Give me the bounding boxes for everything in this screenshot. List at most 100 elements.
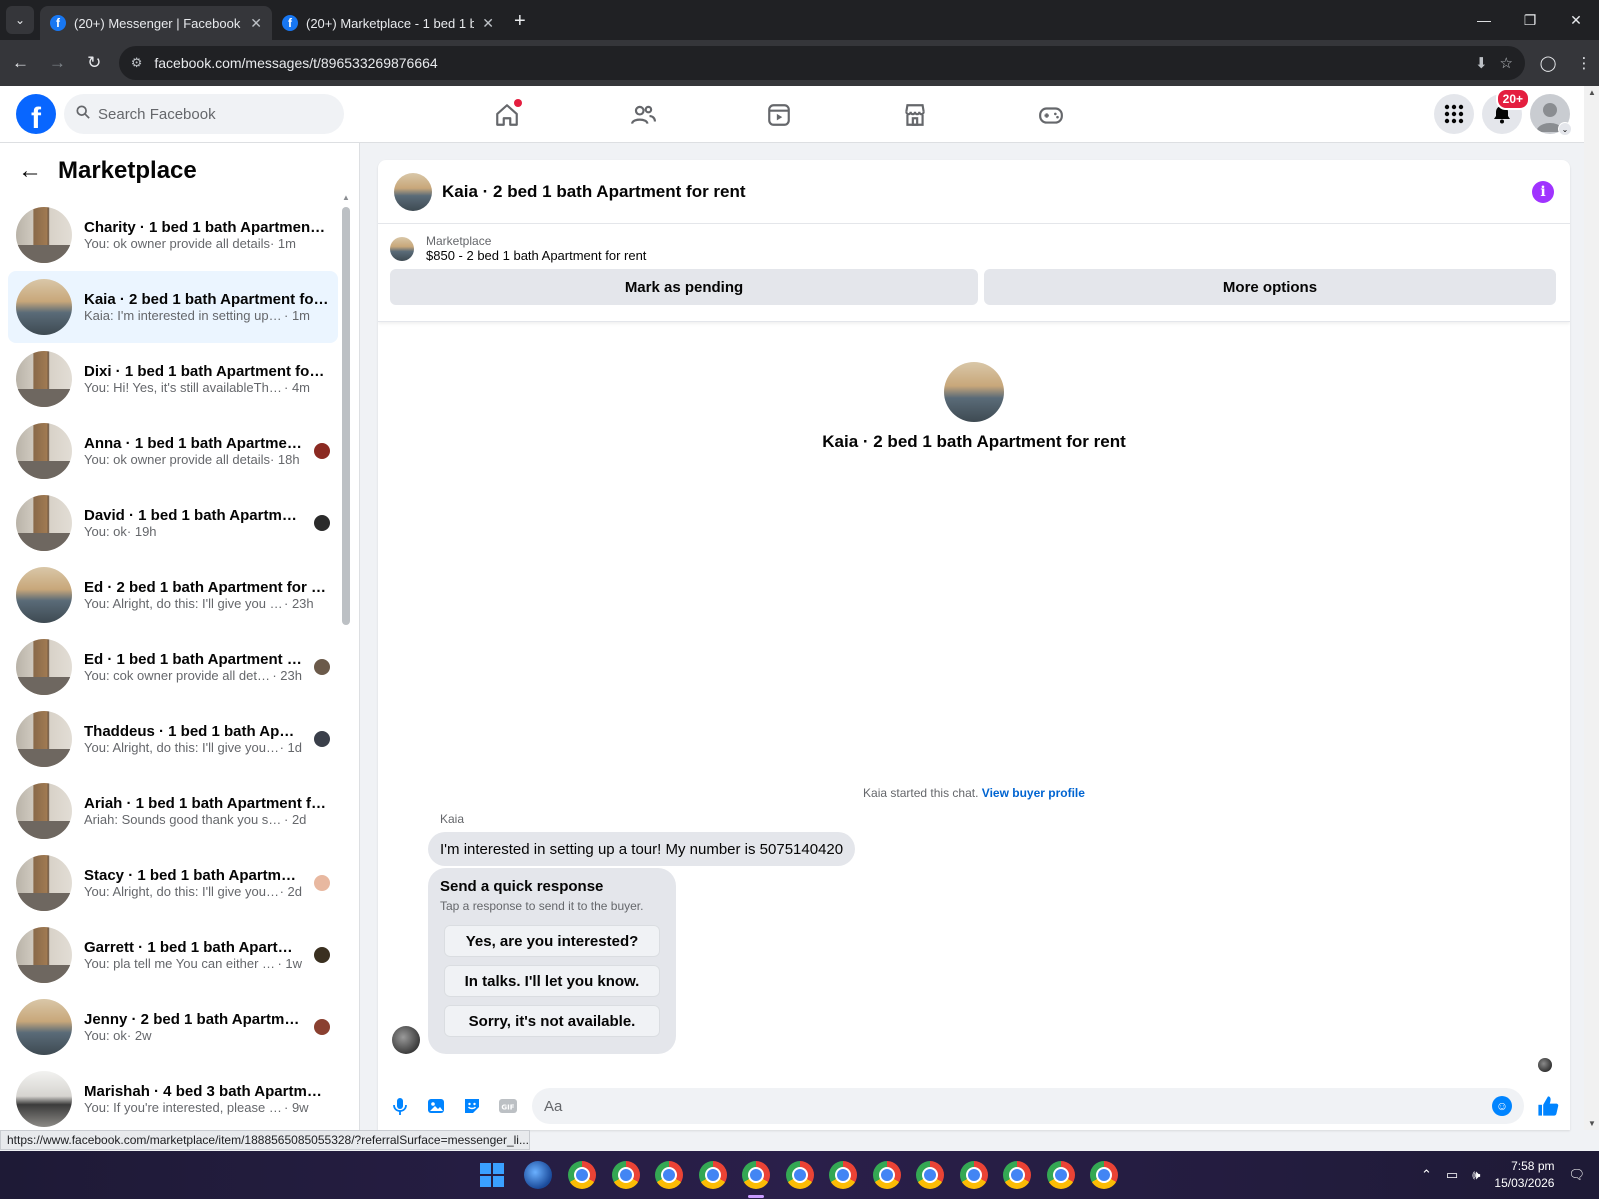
chrome-taskbar-icon[interactable] [916,1161,944,1189]
reload-icon[interactable]: ↻ [78,46,111,80]
more-options-button[interactable]: More options [984,269,1556,305]
menu-grid-button[interactable] [1434,94,1474,134]
chrome-taskbar-icon[interactable] [829,1161,857,1189]
view-buyer-profile-link[interactable]: View buyer profile [982,786,1085,800]
scroll-down-arrow-icon[interactable]: ▼ [1588,1119,1596,1128]
page-scrollbar[interactable]: ▲ ▼ [1584,86,1599,1130]
conversation-item[interactable]: Charity · 1 bed 1 bath Apartment for ren… [8,199,338,271]
chrome-taskbar-icon[interactable] [785,1161,814,1189]
conversation-name: Jenny · 2 bed 1 bath Apartment for rent [84,1011,302,1028]
chrome-taskbar-icon[interactable] [698,1161,727,1189]
conversation-text: Stacy · 1 bed 1 bath Apartment for rentY… [84,867,302,899]
nav-friends[interactable] [588,86,698,143]
address-bar[interactable]: ⚙ facebook.com/messages/t/89653326987666… [118,46,1525,80]
message-input[interactable] [544,1097,1492,1115]
conversation-item[interactable]: Stacy · 1 bed 1 bath Apartment for rentY… [8,847,338,919]
conversation-item[interactable]: Kaia · 2 bed 1 bath Apartment for rent Ka… [8,271,338,343]
photo-icon[interactable] [424,1094,448,1118]
seen-avatar [314,1019,330,1035]
info-icon[interactable]: i [1532,180,1554,203]
site-settings-icon[interactable]: ⚙ [131,55,143,71]
mark-as-pending-button[interactable]: Mark as pending [390,269,978,305]
minimize-icon[interactable]: — [1461,0,1507,40]
message-bubble[interactable]: I'm interested in setting up a tour! My … [428,832,856,866]
back-arrow-icon[interactable]: ← [18,157,42,185]
volume-icon[interactable]: 🕪 [1472,1167,1480,1183]
quick-response-yes-button[interactable]: Yes, are you interested? [444,925,660,957]
chrome-taskbar-icon[interactable] [611,1161,640,1189]
message-input-wrapper[interactable]: ☺ [532,1088,1524,1124]
bookmark-star-icon[interactable]: ☆ [1500,54,1513,72]
search-input[interactable] [98,105,318,123]
nav-home[interactable] [452,86,562,143]
conversation-item[interactable]: Jenny · 2 bed 1 bath Apartment for rentY… [8,991,338,1063]
tray-chevron-icon[interactable]: ⌃ [1421,1167,1432,1183]
nav-marketplace[interactable] [860,86,970,143]
conversation-item[interactable]: Ed · 2 bed 1 bath Apartment for rent You:… [8,559,338,631]
chrome-taskbar-icon[interactable] [1090,1161,1118,1189]
conversation-item[interactable]: Ariah · 1 bed 1 bath Apartment for rentA… [8,775,338,847]
microphone-icon[interactable] [388,1094,412,1118]
conversation-item[interactable]: Garrett · 1 bed 1 bath Apartment for ren… [8,919,338,991]
nav-video[interactable] [724,86,834,143]
thumbs-up-icon[interactable] [1536,1094,1560,1118]
account-chevron-icon[interactable]: ⌄ [1558,122,1572,136]
browser-tab-marketplace[interactable]: f (20+) Marketplace - 1 bed 1 bat ✕ [272,6,504,40]
notification-center-icon[interactable]: 🗨 [1568,1167,1585,1183]
edge-browser-icon[interactable] [524,1161,552,1189]
tab-close-icon[interactable]: ✕ [250,15,262,32]
nav-gaming[interactable] [996,86,1106,143]
listing-row[interactable]: Marketplace $850 - 2 bed 1 bath Apartmen… [390,234,1558,263]
back-arrow-icon[interactable]: ← [4,46,37,80]
conversation-item[interactable]: Anna · 1 bed 1 bath Apartment for rentYo… [8,415,338,487]
buyer-avatar[interactable] [392,1026,420,1054]
sticker-icon[interactable] [460,1094,484,1118]
conversation-meta: You: ok owner provide all details · 18h [84,452,302,467]
conversation-meta: You: ok owner provide all details · 1m [84,236,330,251]
chrome-taskbar-icon[interactable] [872,1161,901,1189]
chrome-taskbar-icon[interactable] [655,1161,683,1189]
tab-search-chevron-icon[interactable]: ⌄ [6,6,34,34]
url-text[interactable]: facebook.com/messages/t/896533269876664 [154,55,1463,71]
clock[interactable]: 7:58 pm 15/03/2026 [1494,1158,1554,1192]
scroll-up-arrow-icon[interactable]: ▲ [342,193,350,202]
profile-icon[interactable]: ◯ [1533,48,1563,78]
network-icon[interactable]: ▭ [1446,1167,1458,1183]
conversation-text: Thaddeus · 1 bed 1 bath Apartment for re… [84,723,302,755]
gif-icon[interactable]: GIF [496,1094,520,1118]
quick-response-sorry-button[interactable]: Sorry, it's not available. [444,1005,660,1037]
conversation-item[interactable]: Dixi · 1 bed 1 bath Apartment for rent Yo… [8,343,338,415]
chrome-taskbar-icon[interactable] [1046,1161,1075,1189]
chat-avatar[interactable] [394,172,432,211]
facebook-logo-icon[interactable]: f [16,94,56,134]
conversation-item[interactable]: Marishah · 4 bed 3 bath Apartment for re… [8,1063,338,1130]
conversation-item[interactable]: David · 1 bed 1 bath Apartment for rentY… [8,487,338,559]
restore-icon[interactable]: ❐ [1507,0,1553,40]
browser-tab-messenger[interactable]: f (20+) Messenger | Facebook ✕ [40,6,272,40]
chrome-taskbar-icon[interactable] [742,1161,770,1189]
conversation-name: Dixi · 1 bed 1 bath Apartment for rent [84,363,330,380]
home-notification-dot [514,99,522,107]
scroll-up-arrow-icon[interactable]: ▲ [1588,88,1596,97]
active-app-indicator [748,1195,764,1198]
seen-avatar [314,947,330,963]
chat-title[interactable]: Kaia · 2 bed 1 bath Apartment for rent [442,182,1522,202]
quick-response-talks-button[interactable]: In talks. I'll let you know. [444,965,660,997]
conversation-item[interactable]: Thaddeus · 1 bed 1 bath Apartment for re… [8,703,338,775]
browser-menu-icon[interactable]: ⋮ [1569,48,1599,78]
chrome-taskbar-icon[interactable] [1003,1161,1031,1189]
chrome-taskbar-icon[interactable] [568,1161,596,1189]
install-app-icon[interactable]: ⬇ [1475,54,1488,72]
tab-close-icon[interactable]: ✕ [482,15,494,32]
sidebar-scrollbar[interactable]: ▲ [342,193,350,1123]
windows-start-icon[interactable] [480,1163,504,1187]
emoji-icon[interactable]: ☺ [1492,1096,1512,1116]
sidebar-scroll-thumb[interactable] [342,207,350,625]
conversation-item[interactable]: Ed · 1 bed 1 bath Apartment for rentYou:… [8,631,338,703]
forward-arrow-icon[interactable]: → [41,46,74,80]
new-tab-plus-icon[interactable]: + [514,10,526,33]
chrome-taskbar-icon[interactable] [959,1161,988,1189]
facebook-search[interactable] [64,94,344,134]
notifications-button[interactable]: 20+ [1482,88,1530,134]
window-close-icon[interactable]: ✕ [1553,0,1599,40]
